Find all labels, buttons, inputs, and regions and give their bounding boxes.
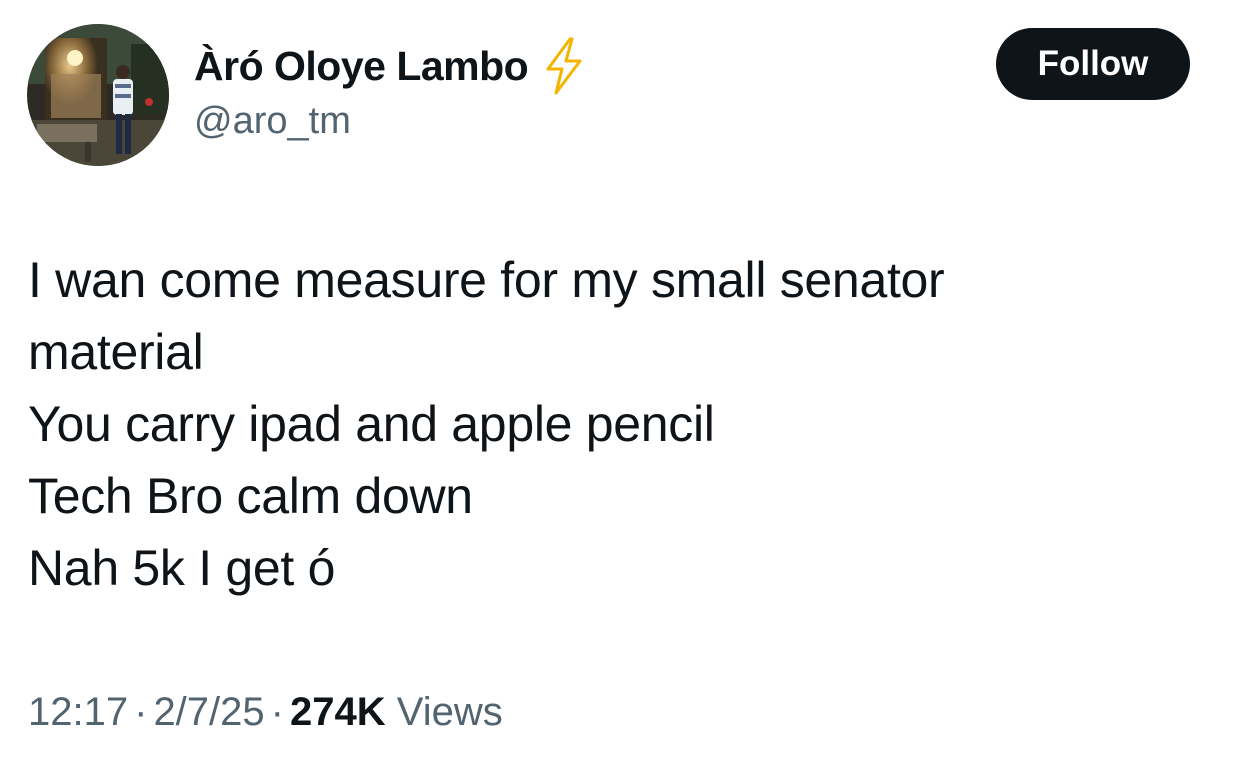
tweet-text: I wan come measure for my small senator … [28,252,945,596]
tweet-card: Àró Oloye Lambo @aro_tm Follow I wan com… [0,0,1242,772]
profile-photo [27,24,169,166]
tweet-time[interactable]: 12:17 [28,690,128,734]
lightning-bolt-icon [542,37,586,95]
author-display-name[interactable]: Àró Oloye Lambo [194,43,529,90]
views-count: 274K [289,690,386,734]
separator: · [270,690,284,734]
tweet-date[interactable]: 2/7/25 [153,690,264,734]
separator: · [134,690,148,734]
author-name-row: Àró Oloye Lambo [194,37,586,95]
follow-button[interactable]: Follow [996,28,1190,100]
views-label: Views [396,690,503,734]
tweet-meta: 12:17 · 2/7/25 · 274K Views [28,690,503,735]
avatar[interactable] [27,24,169,166]
author-handle[interactable]: @aro_tm [194,100,351,143]
